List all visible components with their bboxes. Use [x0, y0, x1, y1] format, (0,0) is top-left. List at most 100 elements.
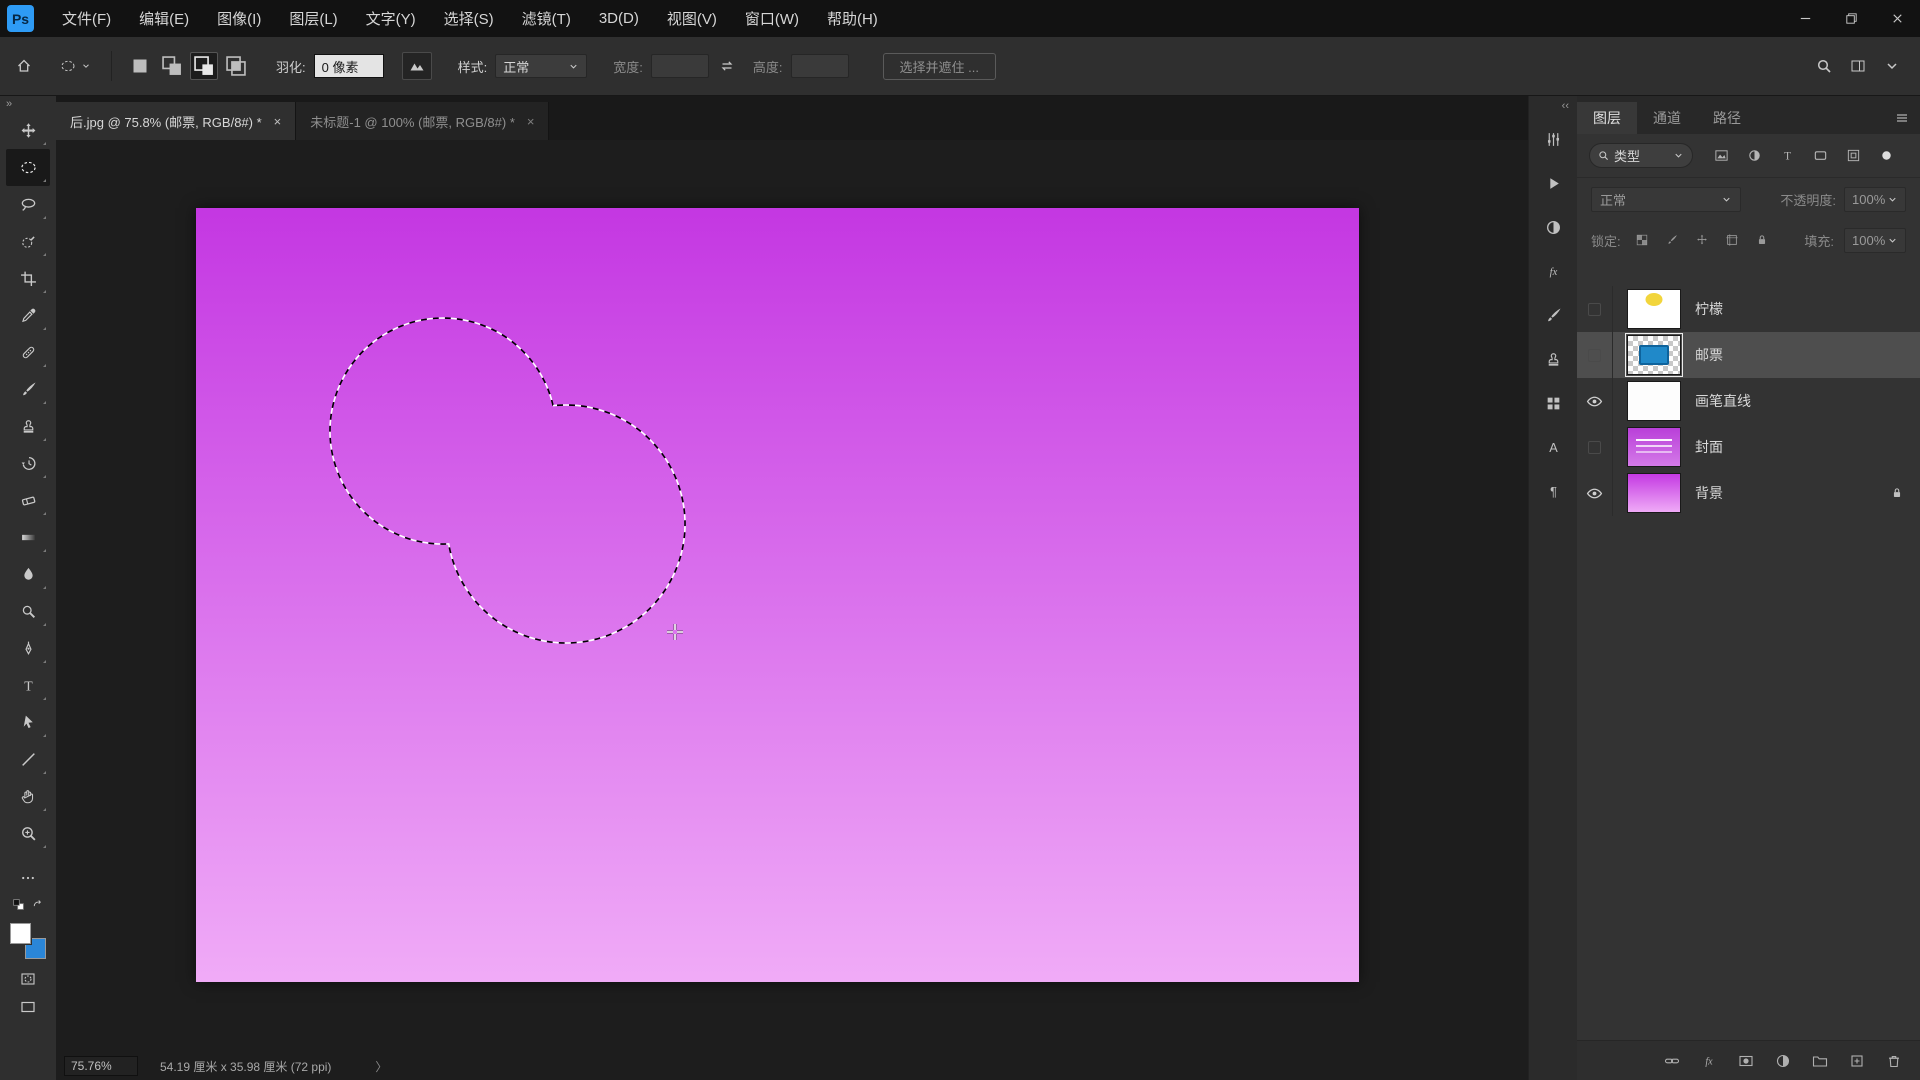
foreground-color-swatch[interactable] — [10, 923, 31, 944]
type-filter-icon[interactable]: T — [1775, 144, 1799, 168]
add-mask-icon[interactable] — [1734, 1049, 1758, 1073]
eye-toggle-empty[interactable] — [1577, 332, 1613, 378]
layer-row-邮票[interactable]: 邮票 — [1577, 332, 1920, 378]
clone-source-panel-icon[interactable] — [1536, 344, 1570, 374]
spot-healing-tool[interactable] — [6, 334, 50, 371]
blend-mode-select[interactable]: 正常 — [1591, 187, 1741, 212]
eraser-tool[interactable] — [6, 482, 50, 519]
menu-item-5[interactable]: 文字(Y) — [352, 0, 430, 37]
adjustment-filter-icon[interactable] — [1742, 144, 1766, 168]
properties-panel-icon[interactable] — [1536, 124, 1570, 154]
lock-position-icon[interactable] — [1691, 229, 1713, 251]
pen-tool[interactable] — [6, 630, 50, 667]
filter-toggle-icon[interactable] — [1874, 144, 1898, 168]
crop-tool[interactable] — [6, 260, 50, 297]
smart-filter-icon[interactable] — [1841, 144, 1865, 168]
select-and-mask-button[interactable]: 选择并遮住 ... — [883, 53, 996, 80]
minimize-button[interactable] — [1782, 0, 1828, 37]
close-icon[interactable]: × — [274, 114, 282, 129]
panel-menu-icon[interactable] — [1894, 110, 1910, 126]
status-menu-chevron[interactable]: 〉 — [375, 1058, 387, 1075]
toolstrip-collapse-icon[interactable]: » — [0, 96, 18, 112]
swap-colors-icon[interactable] — [31, 898, 44, 911]
menu-item-1[interactable]: 文件(F) — [48, 0, 125, 37]
line-tool[interactable] — [6, 741, 50, 778]
panel-tab-路径[interactable]: 路径 — [1697, 102, 1757, 134]
swap-dimensions-icon[interactable] — [719, 58, 735, 74]
shape-filter-icon[interactable] — [1808, 144, 1832, 168]
menu-item-3[interactable]: 图像(I) — [203, 0, 275, 37]
search-icon[interactable] — [1816, 58, 1832, 74]
gradient-tool[interactable] — [6, 519, 50, 556]
move-tool[interactable] — [6, 112, 50, 149]
new-adjustment-icon[interactable] — [1771, 1049, 1795, 1073]
styles-fx-panel-icon[interactable]: fx — [1536, 256, 1570, 286]
layer-thumbnail[interactable] — [1627, 427, 1681, 467]
clone-stamp-tool[interactable] — [6, 408, 50, 445]
opacity-field[interactable]: 100% — [1844, 187, 1906, 212]
adjustments-panel-icon[interactable] — [1536, 212, 1570, 242]
chevron-down-icon[interactable] — [1884, 58, 1900, 74]
edit-toolbar-icon[interactable] — [20, 870, 36, 886]
path-select-tool[interactable] — [6, 704, 50, 741]
layer-row-柠檬[interactable]: 柠檬 — [1577, 286, 1920, 332]
panel-tab-图层[interactable]: 图层 — [1577, 102, 1637, 134]
eye-icon[interactable] — [1577, 470, 1613, 516]
default-colors-icon[interactable] — [12, 898, 25, 911]
menu-item-8[interactable]: 3D(D) — [585, 0, 653, 37]
layer-row-背景[interactable]: 背景 — [1577, 470, 1920, 516]
pixel-filter-icon[interactable] — [1709, 144, 1733, 168]
style-select[interactable]: 正常 — [495, 54, 587, 78]
brush-settings-panel-icon[interactable] — [1536, 300, 1570, 330]
width-input[interactable] — [651, 54, 709, 78]
height-input[interactable] — [791, 54, 849, 78]
restore-button[interactable] — [1828, 0, 1874, 37]
hand-tool[interactable] — [6, 778, 50, 815]
screen-mode-icon[interactable] — [20, 999, 36, 1015]
dock-expand-icon[interactable]: ‹‹ — [1554, 96, 1577, 114]
eyedropper-tool[interactable] — [6, 297, 50, 334]
eye-icon[interactable] — [1577, 378, 1613, 424]
link-layers-icon[interactable] — [1660, 1049, 1684, 1073]
canvas-document[interactable] — [196, 208, 1359, 982]
layer-thumbnail[interactable] — [1627, 335, 1681, 375]
zoom-level-field[interactable]: 75.76% — [64, 1056, 138, 1076]
layer-thumbnail[interactable] — [1627, 381, 1681, 421]
layer-row-封面[interactable]: 封面 — [1577, 424, 1920, 470]
home-icon[interactable] — [16, 58, 32, 74]
menu-item-4[interactable]: 图层(L) — [275, 0, 351, 37]
close-button[interactable] — [1874, 0, 1920, 37]
quick-selection-tool[interactable] — [6, 223, 50, 260]
new-selection-button[interactable] — [126, 52, 154, 80]
menu-item-6[interactable]: 选择(S) — [430, 0, 508, 37]
selection-marching-ants[interactable] — [330, 318, 685, 643]
feather-input[interactable]: 0 像素 — [314, 54, 384, 78]
layer-row-画笔直线[interactable]: 画笔直线 — [1577, 378, 1920, 424]
filter-type-select[interactable]: 类型 — [1589, 143, 1693, 168]
add-selection-button[interactable] — [158, 52, 186, 80]
menu-item-9[interactable]: 视图(V) — [653, 0, 731, 37]
menu-item-11[interactable]: 帮助(H) — [813, 0, 892, 37]
eye-toggle-empty[interactable] — [1577, 424, 1613, 470]
quick-mask-icon[interactable] — [20, 971, 36, 987]
type-tool[interactable]: T — [6, 667, 50, 704]
ellipse-marquee-tool[interactable] — [6, 149, 50, 186]
layer-thumbnail[interactable] — [1627, 473, 1681, 513]
blur-tool[interactable] — [6, 556, 50, 593]
document-tab-1[interactable]: 后.jpg @ 75.8% (邮票, RGB/8#) *× — [56, 102, 296, 140]
menu-item-10[interactable]: 窗口(W) — [731, 0, 813, 37]
lock-transparent-icon[interactable] — [1631, 229, 1653, 251]
subtract-selection-button[interactable] — [190, 52, 218, 80]
actions-panel-icon[interactable] — [1536, 168, 1570, 198]
character-panel-icon[interactable]: A — [1536, 432, 1570, 462]
paragraph-panel-icon[interactable]: ¶ — [1536, 476, 1570, 506]
layer-styles-icon[interactable]: fx — [1697, 1049, 1721, 1073]
panel-tab-通道[interactable]: 通道 — [1637, 102, 1697, 134]
menu-item-2[interactable]: 编辑(E) — [125, 0, 203, 37]
intersect-selection-button[interactable] — [222, 52, 250, 80]
layer-thumbnail[interactable] — [1627, 289, 1681, 329]
menu-item-7[interactable]: 滤镜(T) — [508, 0, 585, 37]
libraries-panel-icon[interactable] — [1536, 388, 1570, 418]
delete-layer-icon[interactable] — [1882, 1049, 1906, 1073]
dodge-tool[interactable] — [6, 593, 50, 630]
